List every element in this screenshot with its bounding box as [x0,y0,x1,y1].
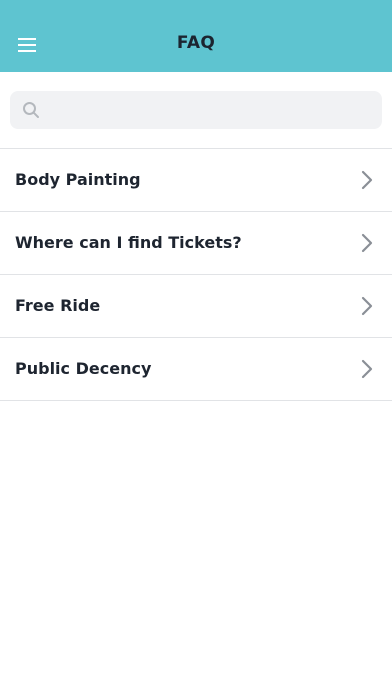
chevron-right-icon [361,233,373,253]
faq-screen: FAQ Body Painting Where can I find Ticke… [0,0,392,696]
faq-item-label: Body Painting [15,170,141,189]
faq-item-body-painting[interactable]: Body Painting [0,149,392,212]
search-bar[interactable] [10,91,382,129]
faq-item-label: Free Ride [15,296,101,315]
faq-item-label: Public Decency [15,359,152,378]
search-icon [23,102,39,118]
faq-item-public-decency[interactable]: Public Decency [0,338,392,401]
faq-item-free-ride[interactable]: Free Ride [0,275,392,338]
faq-item-label: Where can I find Tickets? [15,233,242,252]
chevron-right-icon [361,296,373,316]
chevron-right-icon [361,170,373,190]
app-header: FAQ [0,0,392,72]
page-title: FAQ [176,33,216,53]
chevron-right-icon [361,359,373,379]
faq-item-tickets[interactable]: Where can I find Tickets? [0,212,392,275]
faq-list: Body Painting Where can I find Tickets? … [0,148,392,401]
search-input[interactable] [48,91,372,129]
